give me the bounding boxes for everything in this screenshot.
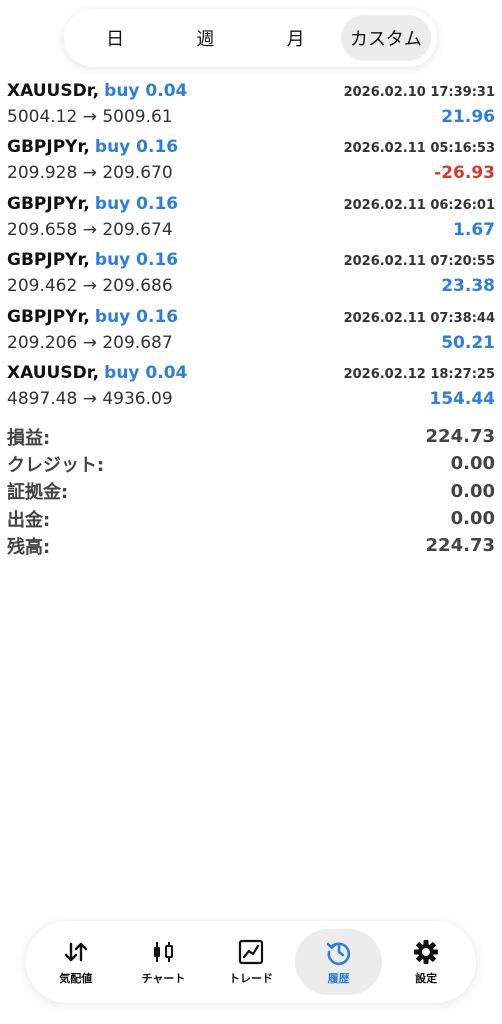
nav-trade[interactable]: トレード	[207, 929, 295, 995]
deals-list: XAUUSDr, buy 0.04 2026.02.10 17:39:31 50…	[0, 79, 502, 417]
trade-chart-icon	[238, 939, 264, 965]
summary-value: 0.00	[450, 480, 495, 502]
deal-prices: 209.658 → 209.674	[7, 219, 173, 240]
nav-label: 履歴	[327, 972, 350, 985]
summary-value: 0.00	[450, 508, 495, 530]
summary-profit: 損益: 224.73	[0, 423, 502, 450]
summary-label: 証拠金:	[7, 482, 69, 504]
deal-symbol: GBPJPYr,	[7, 193, 90, 214]
deal-time: 2026.02.11 05:16:53	[343, 141, 495, 157]
deal-profit: -26.93	[434, 163, 495, 184]
summary-value: 0.00	[450, 453, 495, 475]
deal-prices: 209.206 → 209.687	[7, 332, 173, 353]
history-icon	[326, 942, 350, 966]
period-selector: 日 週 月 カスタム	[64, 9, 437, 67]
nav-label: 設定	[415, 972, 438, 985]
summary-value: 224.73	[425, 426, 495, 448]
nav-settings[interactable]: 設定	[382, 929, 470, 995]
tab-week[interactable]: 週	[160, 15, 250, 61]
summary-withdrawal: 出金: 0.00	[0, 505, 502, 532]
summary-credit: クレジット: 0.00	[0, 450, 502, 477]
deal-prices: 209.462 → 209.686	[7, 276, 173, 297]
deal-prices: 4897.48 → 4936.09	[7, 388, 173, 409]
candlestick-chart-icon	[154, 942, 174, 962]
deal-profit: 154.44	[429, 388, 495, 409]
deal-symbol: GBPJPYr,	[7, 137, 90, 158]
deal-time: 2026.02.11 07:20:55	[343, 254, 495, 270]
gear-icon	[414, 940, 439, 964]
deal-symbol: XAUUSDr,	[7, 81, 100, 101]
deal-profit: 21.96	[441, 107, 495, 127]
quotes-arrows-icon	[64, 942, 87, 962]
deal-row[interactable]: GBPJPYr, buy 0.16 2026.02.11 06:26:01 20…	[0, 192, 502, 248]
tab-week-label: 週	[196, 29, 215, 50]
deal-time: 2026.02.11 06:26:01	[343, 197, 495, 213]
deal-row[interactable]: GBPJPYr, buy 0.16 2026.02.11 05:16:53 20…	[0, 135, 502, 191]
tab-custom[interactable]: カスタム	[340, 15, 431, 61]
deal-profit: 23.38	[441, 276, 495, 297]
deal-side: buy 0.16	[94, 306, 179, 327]
summary-value: 224.73	[425, 535, 495, 557]
deal-row[interactable]: GBPJPYr, buy 0.16 2026.02.11 07:20:55 20…	[0, 248, 502, 304]
deal-prices: 209.928 → 209.670	[7, 163, 173, 184]
summary-label: クレジット:	[7, 454, 105, 476]
summary-label: 残高:	[7, 536, 51, 558]
deal-symbol: GBPJPYr,	[7, 250, 90, 271]
deal-side: buy 0.16	[94, 193, 179, 214]
summary-section: 損益: 224.73 クレジット: 0.00 証拠金: 0.00 出金: 0.0…	[0, 423, 502, 559]
deal-side: buy 0.16	[94, 250, 179, 271]
deal-profit: 1.67	[453, 219, 495, 240]
nav-label: チャート	[141, 972, 186, 985]
deal-symbol: GBPJPYr,	[7, 306, 90, 327]
nav-label: トレード	[228, 972, 273, 985]
deal-symbol: XAUUSDr,	[7, 362, 100, 383]
bottom-nav: 気配値 チャート トレード 履歴 設定	[26, 921, 476, 1003]
nav-chart[interactable]: チャート	[120, 929, 208, 995]
nav-history[interactable]: 履歴	[294, 929, 383, 995]
summary-label: 損益:	[7, 427, 51, 449]
summary-balance: 残高: 224.73	[0, 532, 502, 559]
nav-label: 気配値	[59, 972, 93, 985]
tab-day[interactable]: 日	[70, 15, 160, 61]
deal-time: 2026.02.12 18:27:25	[343, 366, 495, 382]
tab-month-label: 月	[286, 29, 305, 50]
deal-time: 2026.02.11 07:38:44	[343, 310, 495, 326]
deal-profit: 50.21	[441, 332, 495, 353]
deal-side: buy 0.04	[104, 362, 188, 383]
summary-label: 出金:	[7, 509, 51, 531]
deal-side: buy 0.16	[94, 137, 179, 158]
deal-prices: 5004.12 → 5009.61	[7, 107, 173, 127]
tab-custom-label: カスタム	[349, 29, 422, 50]
deal-time: 2026.02.10 17:39:31	[343, 85, 495, 100]
deal-side: buy 0.04	[104, 81, 188, 101]
deal-row[interactable]: XAUUSDr, buy 0.04 2026.02.12 18:27:25 48…	[0, 361, 502, 417]
nav-quotes[interactable]: 気配値	[32, 929, 120, 995]
deal-row[interactable]: XAUUSDr, buy 0.04 2026.02.10 17:39:31 50…	[0, 79, 502, 135]
deal-row[interactable]: GBPJPYr, buy 0.16 2026.02.11 07:38:44 20…	[0, 305, 502, 361]
tab-day-label: 日	[106, 29, 125, 50]
summary-margin: 証拠金: 0.00	[0, 478, 502, 505]
tab-month[interactable]: 月	[251, 15, 341, 61]
